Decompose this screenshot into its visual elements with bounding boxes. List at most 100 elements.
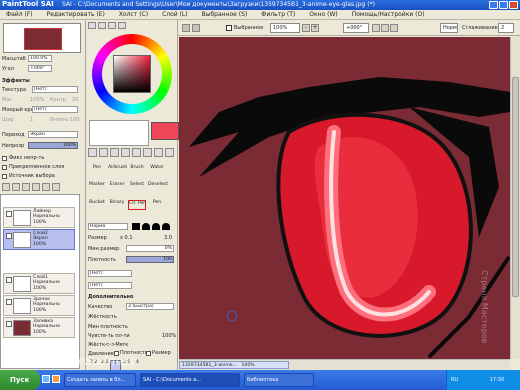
layer-item[interactable]: Слой1 Нормально 100% bbox=[3, 273, 75, 294]
tool-eraser[interactable]: Eraser bbox=[108, 182, 126, 192]
zoom-out-button[interactable]: - bbox=[302, 24, 310, 32]
texture-select[interactable]: [Нет] bbox=[32, 86, 78, 93]
move-tool-icon[interactable] bbox=[121, 148, 130, 157]
selection-source-checkbox[interactable] bbox=[2, 174, 7, 179]
copy-layer-icon[interactable] bbox=[22, 183, 30, 191]
blend-mode-select[interactable]: Экран bbox=[28, 131, 78, 138]
start-button[interactable]: Пуск bbox=[0, 370, 40, 390]
menu-filter[interactable]: Фильтр (T) bbox=[261, 11, 295, 18]
quality-select[interactable]: 3 (Быстро) bbox=[126, 303, 174, 310]
clip-layer-checkbox[interactable] bbox=[2, 165, 7, 170]
lock-opacity-checkbox[interactable] bbox=[2, 156, 7, 161]
tool-water[interactable]: Water bbox=[148, 165, 166, 175]
tool-select[interactable]: Select bbox=[128, 182, 146, 192]
zoom-tool-icon[interactable] bbox=[132, 148, 141, 157]
brush-mode-select[interactable]: Норма bbox=[88, 223, 128, 230]
flip-icon[interactable] bbox=[390, 24, 398, 32]
lasso-tool-icon[interactable] bbox=[99, 148, 108, 157]
min-size-slider[interactable]: 0% bbox=[126, 245, 174, 252]
vertical-scroll-thumb[interactable] bbox=[512, 77, 519, 297]
eye-icon[interactable] bbox=[6, 321, 12, 327]
redo-icon[interactable] bbox=[192, 24, 200, 32]
primary-color-swatch[interactable] bbox=[151, 122, 179, 140]
undo-icon[interactable] bbox=[182, 24, 190, 32]
clear-layer-icon[interactable] bbox=[42, 183, 50, 191]
new-layer-icon[interactable] bbox=[2, 183, 10, 191]
new-folder-icon[interactable] bbox=[12, 183, 20, 191]
canvas-area[interactable] bbox=[179, 37, 510, 359]
minimize-button[interactable] bbox=[489, 1, 498, 9]
rotation-field[interactable]: +000° bbox=[343, 23, 369, 33]
menu-file[interactable]: Файл (F) bbox=[6, 11, 33, 18]
browser-icon[interactable] bbox=[52, 375, 60, 383]
pressure-size-checkbox[interactable] bbox=[146, 351, 151, 356]
document-tab[interactable]: 13597345B1_3-anime... 100% bbox=[179, 361, 289, 369]
taskbar-item[interactable]: Библиотека bbox=[244, 373, 314, 387]
navigator-preview[interactable] bbox=[3, 23, 81, 53]
color-wheel[interactable] bbox=[92, 34, 172, 114]
rotate-left-icon[interactable] bbox=[372, 24, 380, 32]
tool-airbrush[interactable]: Airbrush bbox=[108, 165, 127, 175]
tip-square-icon[interactable] bbox=[132, 223, 140, 230]
menu-edit[interactable]: Редактировать (E) bbox=[47, 11, 105, 18]
density-slider[interactable]: 100 bbox=[126, 256, 174, 263]
tip-soft-icon[interactable] bbox=[152, 223, 160, 230]
color-palette[interactable] bbox=[89, 120, 149, 146]
eye-icon[interactable] bbox=[6, 233, 12, 239]
layer-item[interactable]: Слой2 Экран 100% bbox=[3, 229, 75, 250]
saturation-value-box[interactable] bbox=[113, 55, 151, 93]
tool-brush[interactable]: Brush bbox=[128, 165, 146, 175]
hand-tool-icon[interactable] bbox=[154, 148, 163, 157]
eye-icon[interactable] bbox=[6, 299, 12, 305]
tip-hard-icon[interactable] bbox=[162, 223, 170, 230]
eye-icon[interactable] bbox=[6, 211, 12, 217]
menu-help[interactable]: Помощь/Настройки (O) bbox=[352, 11, 425, 18]
delete-layer-icon[interactable] bbox=[52, 183, 60, 191]
taskbar-item[interactable]: Создать запись в бл... bbox=[64, 373, 136, 387]
tool-deselect[interactable]: Deselect bbox=[148, 182, 168, 192]
vertical-scrollbar[interactable] bbox=[510, 37, 520, 359]
maximize-button[interactable] bbox=[499, 1, 508, 9]
tip-round-icon[interactable] bbox=[142, 223, 150, 230]
merge-layer-icon[interactable] bbox=[32, 183, 40, 191]
menu-canvas[interactable]: Холст (C) bbox=[119, 11, 148, 18]
layer-item[interactable]: Заливка Нормально 100% bbox=[3, 317, 75, 338]
palette-mode-icon[interactable] bbox=[118, 22, 126, 29]
horizontal-scrollbar[interactable]: 13597345B1_3-anime... 100% bbox=[179, 359, 510, 370]
stabilizer-mode[interactable]: Норм bbox=[440, 23, 458, 33]
hsv-slider-mode-icon[interactable] bbox=[108, 22, 116, 29]
menu-window[interactable]: Окно (W) bbox=[309, 11, 337, 18]
show-desktop-icon[interactable] bbox=[42, 375, 50, 383]
rotate-right-icon[interactable] bbox=[381, 24, 389, 32]
selection-checkbox[interactable] bbox=[226, 25, 232, 31]
menu-selection[interactable]: Выбранное (S) bbox=[202, 11, 248, 18]
eyedropper-icon[interactable] bbox=[165, 148, 174, 157]
brush-shape-select[interactable]: [Нет] bbox=[88, 270, 132, 277]
magic-wand-icon[interactable] bbox=[110, 148, 119, 157]
opacity-slider[interactable]: 100% bbox=[28, 142, 78, 149]
tool-marker[interactable]: Marker bbox=[88, 182, 106, 192]
menu-layer[interactable]: Слой (L) bbox=[162, 11, 188, 18]
stabilizer-select[interactable]: 2 bbox=[498, 23, 514, 33]
rgb-slider-mode-icon[interactable] bbox=[98, 22, 106, 29]
zoom-field[interactable]: 100.0% bbox=[28, 55, 52, 62]
zoom-in-button[interactable]: + bbox=[311, 24, 319, 32]
layer-item[interactable]: Лайнер Нормально 100% bbox=[3, 207, 75, 228]
taskbar-item[interactable]: SAI - C:\Documents a... bbox=[140, 373, 240, 387]
eye-icon[interactable] bbox=[6, 277, 12, 283]
angle-field[interactable]: +000° bbox=[28, 65, 52, 72]
tool-color-pen[interactable]: Clr. Pen bbox=[128, 200, 146, 210]
selection-tool-icon[interactable] bbox=[88, 148, 97, 157]
rotate-tool-icon[interactable] bbox=[143, 148, 152, 157]
tool-pen[interactable]: Pen bbox=[88, 165, 106, 175]
color-wheel-mode-icon[interactable] bbox=[88, 22, 96, 29]
size-multiplier[interactable]: x 0.1 bbox=[120, 235, 133, 241]
language-indicator[interactable]: RU bbox=[451, 377, 458, 383]
close-button[interactable] bbox=[509, 1, 518, 9]
tool-pen2[interactable]: Pen bbox=[148, 200, 166, 210]
tool-bucket[interactable]: Bucket bbox=[88, 200, 106, 210]
layer-item[interactable]: Зрачок Нормально 100% bbox=[3, 295, 75, 316]
zoom-select[interactable]: 100% bbox=[270, 23, 300, 33]
tool-binary[interactable]: Binary bbox=[108, 200, 126, 210]
wet-edge-select[interactable]: [Нет] bbox=[32, 106, 78, 113]
